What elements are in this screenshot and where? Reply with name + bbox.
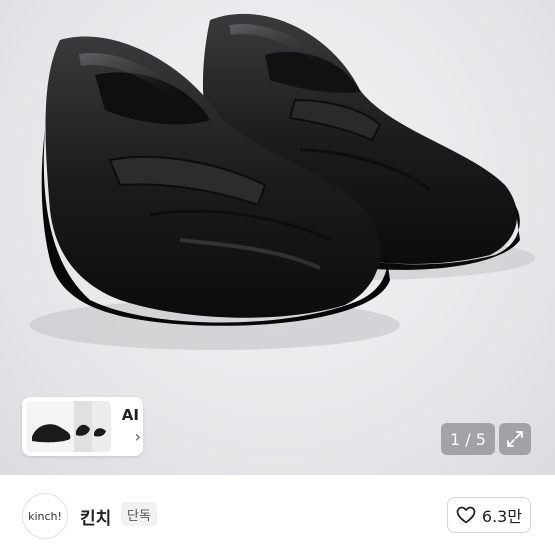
seller-avatar[interactable]: kinch! bbox=[22, 493, 68, 539]
image-counter: 1 / 5 bbox=[441, 423, 495, 455]
seller-bar: kinch! 킨치 단독 6.3만 bbox=[0, 475, 555, 555]
ai-label: AI bbox=[121, 406, 139, 424]
like-count: 6.3만 bbox=[481, 507, 523, 526]
chevron-right-icon: › bbox=[134, 427, 141, 446]
expand-icon bbox=[507, 431, 523, 447]
ai-preview-card[interactable]: AI › bbox=[22, 397, 143, 456]
expand-button[interactable] bbox=[499, 423, 531, 455]
heart-icon bbox=[456, 506, 476, 524]
exclusive-badge: 단독 bbox=[121, 502, 157, 526]
like-button[interactable]: 6.3만 bbox=[447, 497, 531, 533]
ai-thumbnail bbox=[26, 401, 111, 452]
seller-name[interactable]: 킨치 bbox=[80, 504, 111, 529]
